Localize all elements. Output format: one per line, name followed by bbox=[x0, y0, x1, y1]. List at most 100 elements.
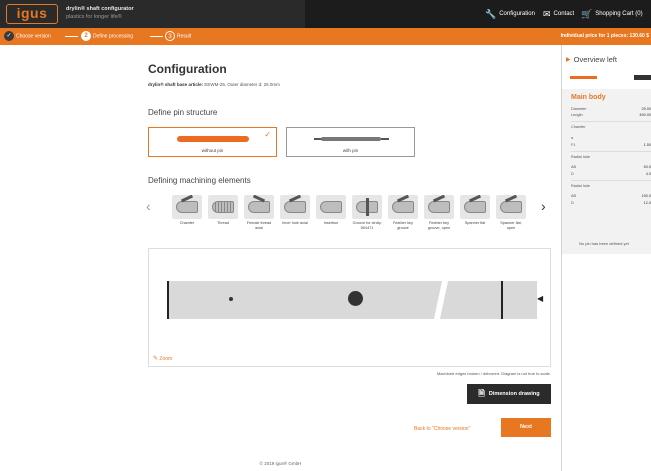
kv-value: 25.00 bbox=[641, 107, 651, 111]
kv-key: AB bbox=[571, 165, 577, 169]
igus-logo[interactable]: igus bbox=[6, 4, 58, 24]
machining-chamfer[interactable]: Chamfer bbox=[172, 195, 202, 226]
kv-value: 50.0 bbox=[643, 165, 651, 169]
overview-panel: ▶ Overview left Main body Diameter 25.00 L… bbox=[562, 45, 651, 471]
chamfer-icon bbox=[172, 195, 202, 219]
top-nav: 🔧 Configuration ✉ Contact 🛒 Shopping Cart (… bbox=[305, 0, 651, 28]
step-connector bbox=[65, 36, 78, 37]
back-link[interactable]: Back to "Choose version" bbox=[414, 426, 470, 432]
overview-shaft-image bbox=[570, 76, 597, 79]
chamfer-title: Chamfer bbox=[571, 125, 586, 129]
cart-icon: 🛒 bbox=[581, 9, 593, 19]
nav-configuration-label: Configuration bbox=[499, 11, 535, 17]
kv-diameter: Diameter 25.00 bbox=[571, 107, 651, 111]
progress-steps: ✓ Choose version 2 Define processing 3 Resu… bbox=[0, 28, 651, 45]
shaft-diagram: ◀ ✎ Zoom bbox=[148, 248, 551, 367]
main-body-title: Main body bbox=[571, 94, 606, 101]
machining-groove-circlip[interactable]: Groove for circlip DIN471 bbox=[352, 195, 382, 230]
kv-d: D 4.0 bbox=[571, 172, 651, 176]
machining-label: Chamfer bbox=[179, 221, 195, 225]
overview-title-label: Overview left bbox=[573, 55, 617, 64]
groove-circlip-icon bbox=[352, 195, 382, 219]
radial-hole-title: Radial hole bbox=[571, 184, 590, 188]
dimension-drawing-label: Dimension drawing bbox=[488, 391, 540, 397]
kv-key: D bbox=[571, 172, 574, 176]
kv-value: 450.00 bbox=[639, 113, 651, 117]
shaft-right-end bbox=[501, 281, 503, 319]
nav-contact[interactable]: ✉ Contact bbox=[543, 9, 575, 19]
chevron-left-icon[interactable]: ‹ bbox=[146, 198, 151, 214]
nav-configuration[interactable]: 🔧 Configuration bbox=[485, 9, 535, 19]
next-button[interactable]: Next bbox=[501, 418, 551, 437]
step-2-label: Define processing bbox=[93, 33, 134, 40]
machining-label: Thread bbox=[216, 221, 230, 225]
kv-ab: AB 50.0 bbox=[571, 165, 651, 169]
feather-key-groove-open-icon bbox=[424, 195, 454, 219]
machining-inner-hole-axial[interactable]: Inner hole axial bbox=[280, 195, 310, 226]
kv-length: Length 450.00 bbox=[571, 113, 651, 117]
machining-insertion[interactable]: Insertion bbox=[316, 195, 346, 226]
feather-key-groove-icon bbox=[388, 195, 418, 219]
thread-icon bbox=[208, 195, 238, 219]
nav-cart-label: Shopping Cart (0) bbox=[595, 11, 643, 17]
kv-key: D bbox=[571, 201, 574, 205]
pin-option-with[interactable]: with pin bbox=[286, 127, 415, 157]
machining-label: Feather key groove bbox=[392, 221, 414, 230]
machining-label: Female thread axial bbox=[246, 221, 272, 230]
machining-label: Feather key groove, open bbox=[427, 221, 451, 230]
divider bbox=[571, 180, 651, 181]
kv-key: Length bbox=[571, 113, 583, 117]
female-thread-icon bbox=[244, 195, 274, 219]
machining-spanner-flat-open[interactable]: Spanner flat, open bbox=[496, 195, 526, 230]
machining-female-thread-axial[interactable]: Female thread axial bbox=[244, 195, 274, 230]
main-content: Configuration drylin® shaft base article… bbox=[0, 45, 561, 471]
page-title: Configuration bbox=[148, 62, 227, 76]
machining-label: Spanner flat bbox=[464, 221, 486, 225]
machining-label: Inner hole axial bbox=[282, 221, 308, 225]
document-icon: 🗎 bbox=[478, 389, 485, 398]
kv-d: D 12.0 bbox=[571, 201, 651, 205]
kv-value: 1.50 bbox=[643, 143, 651, 147]
pin-option-label: without pin bbox=[201, 148, 224, 153]
zoom-label: Zoom bbox=[159, 356, 173, 362]
dimension-drawing-button[interactable]: 🗎 Dimension drawing bbox=[467, 384, 551, 404]
kv-f1: F1 1.50 bbox=[571, 143, 651, 147]
zoom-icon: ✎ bbox=[153, 356, 159, 362]
machining-label: Spanner flat, open bbox=[500, 221, 522, 230]
nav-contact-label: Contact bbox=[553, 11, 575, 17]
machining-feather-key-groove-open[interactable]: Feather key groove, open bbox=[424, 195, 454, 230]
no-pin-note: No pin has been defined yet bbox=[579, 241, 629, 246]
radial-hole-small[interactable] bbox=[229, 297, 233, 301]
chevron-right-icon[interactable]: › bbox=[541, 198, 546, 214]
spanner-flat-icon bbox=[460, 195, 490, 219]
pin-option-without[interactable]: ✓ without pin bbox=[148, 127, 277, 157]
wrench-icon: 🔧 bbox=[485, 9, 497, 19]
kv-alpha: α bbox=[571, 136, 651, 140]
machining-spanner-flat[interactable]: Spanner flat bbox=[460, 195, 490, 226]
caret-right-icon: ▶ bbox=[566, 57, 571, 63]
kv-value: 4.0 bbox=[645, 172, 651, 176]
step-choose-version[interactable]: ✓ Choose version bbox=[4, 31, 51, 42]
radial-hole-title: Radial hole bbox=[571, 155, 590, 159]
base-article: drylin® shaft base article: EEWM-25, Out… bbox=[148, 82, 280, 87]
step-result: 3 Result bbox=[165, 31, 191, 42]
check-icon: ✓ bbox=[264, 130, 271, 139]
pin-structure-heading: Define pin structure bbox=[148, 108, 218, 117]
machining-thread[interactable]: Thread bbox=[208, 195, 238, 226]
mail-icon: ✉ bbox=[543, 9, 551, 19]
machining-feather-key-groove[interactable]: Feather key groove bbox=[388, 195, 418, 230]
inner-hole-icon bbox=[280, 195, 310, 219]
machining-label: Insertion bbox=[323, 221, 339, 225]
shaft-left-end bbox=[167, 281, 169, 319]
spanner-flat-open-icon bbox=[496, 195, 526, 219]
divider bbox=[571, 151, 651, 152]
nav-shopping-cart[interactable]: 🛒 Shopping Cart (0) bbox=[581, 9, 643, 19]
radial-hole-large[interactable] bbox=[348, 291, 363, 306]
step-3-label: Result bbox=[177, 33, 192, 40]
diagram-note: Machined edges broken / deburred. Diagra… bbox=[436, 371, 551, 376]
step-3-number: 3 bbox=[165, 31, 175, 41]
machining-heading: Defining machining elements bbox=[148, 176, 251, 185]
footer-copyright: © 2019 igus® GmbH bbox=[259, 461, 302, 466]
zoom-link[interactable]: ✎ Zoom bbox=[153, 355, 172, 362]
app-title-block: drylin® shaft configurator plastics for … bbox=[66, 5, 134, 21]
